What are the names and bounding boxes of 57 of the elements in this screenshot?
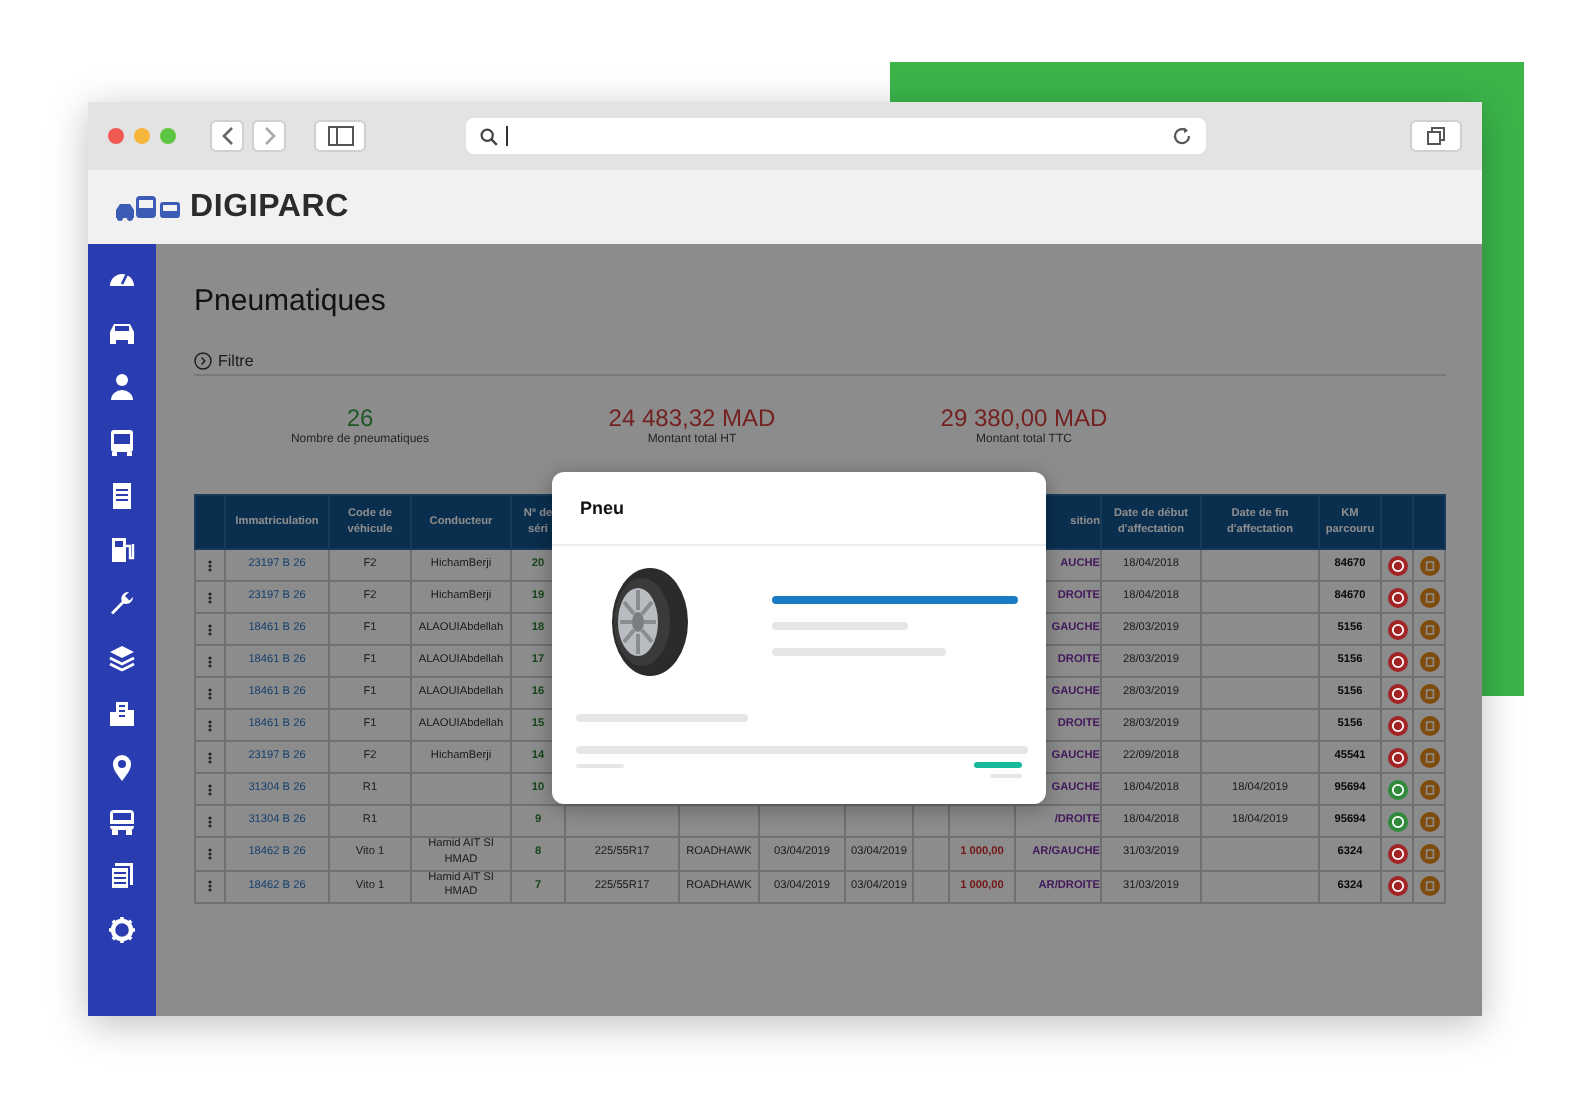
stat-value: 26 xyxy=(346,404,374,432)
expand-chevron-icon[interactable] xyxy=(194,352,212,370)
status-target-icon[interactable] xyxy=(1387,715,1407,735)
status-target-icon[interactable] xyxy=(1387,555,1407,575)
truck-icon[interactable] xyxy=(108,807,136,836)
sidebar-icon xyxy=(327,126,353,146)
tabs-button[interactable] xyxy=(1410,120,1462,152)
close-dot[interactable] xyxy=(108,128,124,144)
building-icon[interactable] xyxy=(108,699,136,727)
map-pin-icon[interactable] xyxy=(108,753,136,782)
status-target-icon[interactable] xyxy=(1387,811,1407,831)
accent-line xyxy=(974,762,1022,768)
dialog-title: Pneu xyxy=(580,498,625,518)
status-target-icon[interactable] xyxy=(1387,876,1407,897)
sidebar-toggle-button[interactable] xyxy=(314,120,366,152)
address-field[interactable] xyxy=(466,118,1206,154)
wrench-icon[interactable] xyxy=(108,590,136,619)
drag-handle-icon[interactable] xyxy=(208,623,212,635)
fuel-pump-icon[interactable] xyxy=(108,535,136,564)
drag-handle-icon[interactable] xyxy=(208,591,212,603)
document-icon[interactable] xyxy=(108,481,136,510)
vehicles-logo-icon xyxy=(114,193,182,221)
forward-chevron-icon xyxy=(261,126,277,146)
drag-handle-icon[interactable] xyxy=(208,815,212,827)
bus-icon[interactable] xyxy=(108,427,136,456)
status-target-icon[interactable] xyxy=(1387,619,1407,639)
drag-handle-icon[interactable] xyxy=(208,655,212,667)
status-target-icon[interactable] xyxy=(1387,747,1407,767)
drag-handle-icon[interactable] xyxy=(208,880,212,893)
reload-icon[interactable] xyxy=(1172,126,1192,146)
stat-value: 29 380,00 MAD xyxy=(940,404,1108,432)
search-icon xyxy=(480,127,498,145)
status-target-icon[interactable] xyxy=(1387,683,1407,703)
drag-handle-icon[interactable] xyxy=(208,559,212,571)
settings-icon[interactable] xyxy=(108,916,136,945)
status-target-icon[interactable] xyxy=(1387,651,1407,671)
stat-value: 24 483,32 MAD xyxy=(608,404,776,432)
drag-handle-icon[interactable] xyxy=(208,687,212,699)
status-target-icon[interactable] xyxy=(1387,779,1407,799)
filter-toggle[interactable]: Filtre xyxy=(218,352,254,370)
drag-handle-icon[interactable] xyxy=(208,783,212,795)
car-icon[interactable] xyxy=(108,318,136,347)
status-target-icon[interactable] xyxy=(1387,843,1407,864)
drag-handle-icon[interactable] xyxy=(208,751,212,763)
back-button[interactable] xyxy=(210,120,244,152)
layers-icon[interactable] xyxy=(108,644,136,673)
app-logo-text: DIGIPARC xyxy=(190,189,349,225)
page-title: Pneumatiques xyxy=(194,284,388,318)
drag-handle-icon[interactable] xyxy=(208,847,212,860)
drag-handle-icon[interactable] xyxy=(208,719,212,731)
tabs-icon xyxy=(1426,126,1446,146)
status-target-icon[interactable] xyxy=(1387,587,1407,607)
minimize-dot[interactable] xyxy=(134,128,150,144)
person-icon[interactable] xyxy=(108,372,136,401)
maximize-dot[interactable] xyxy=(160,128,176,144)
back-chevron-icon xyxy=(219,126,235,146)
documents-icon[interactable] xyxy=(108,862,136,891)
